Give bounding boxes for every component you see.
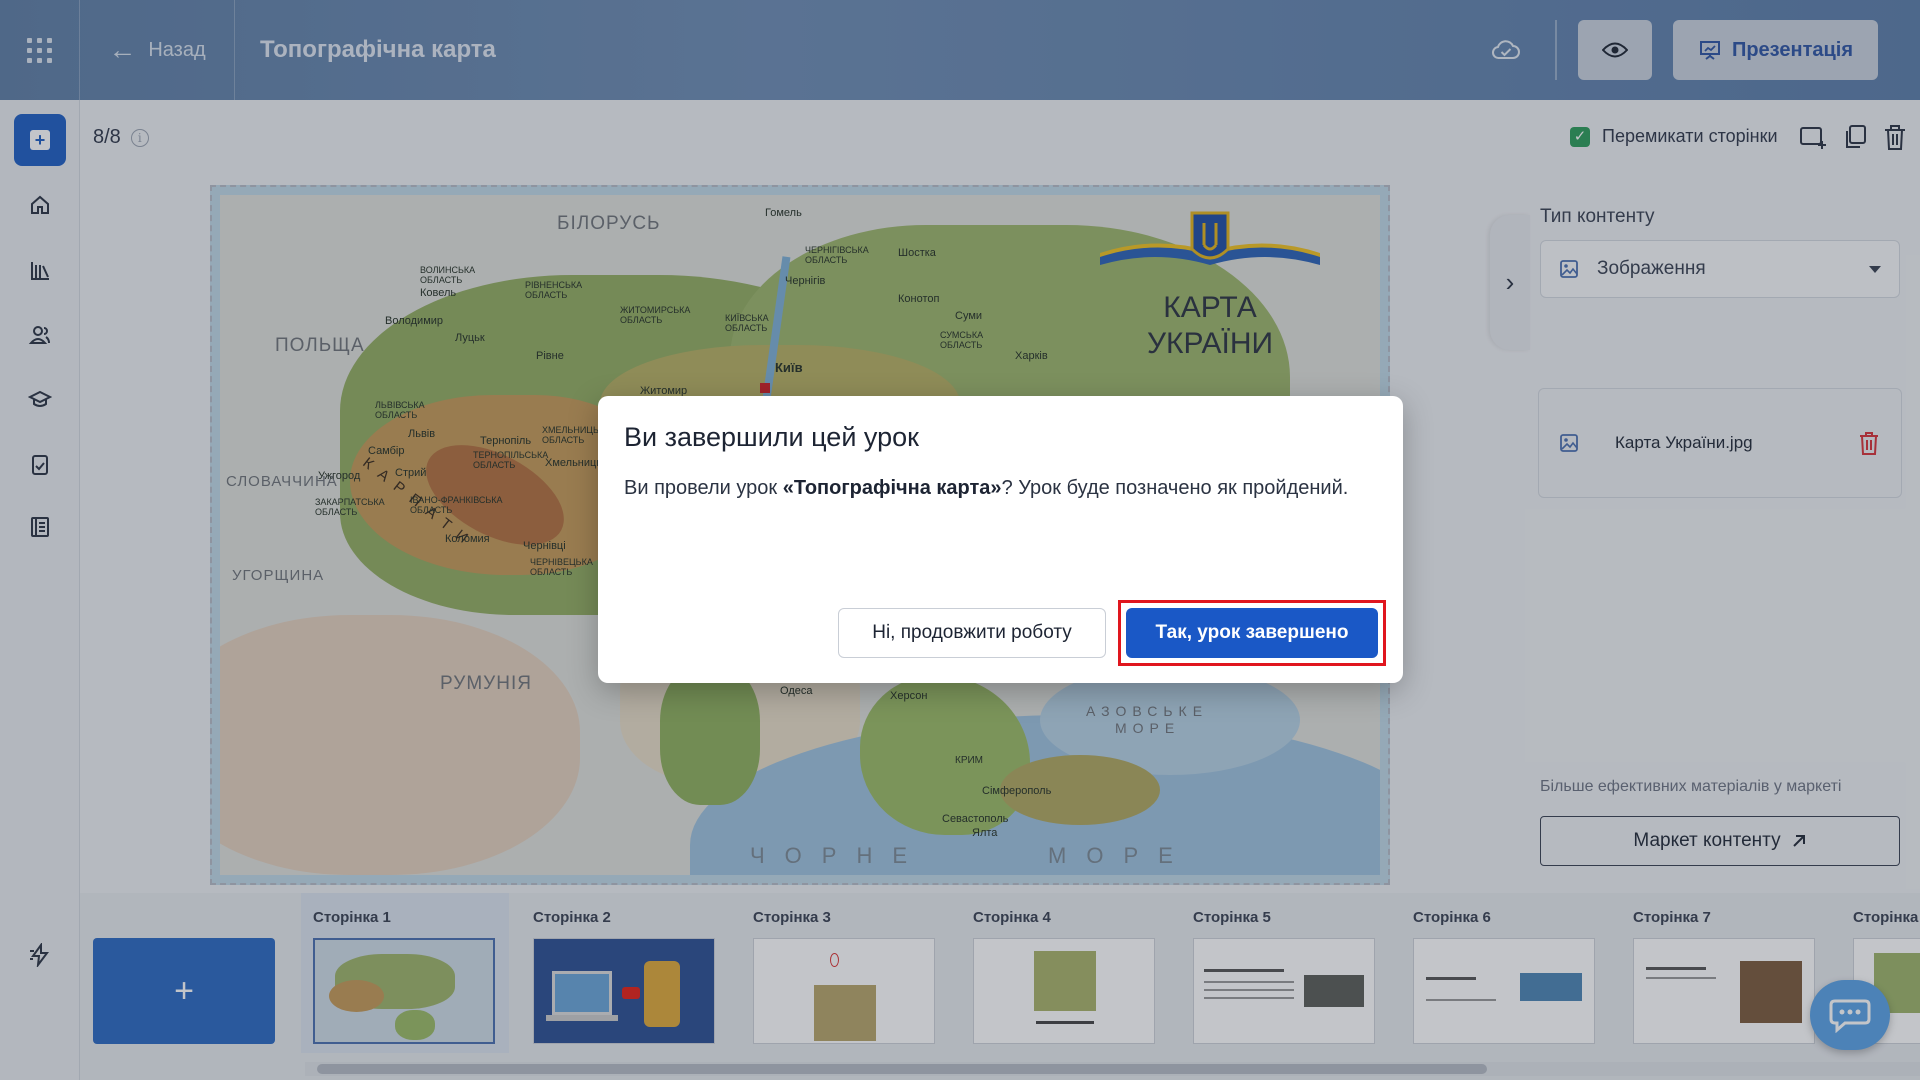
continue-work-button[interactable]: Ні, продовжити роботу: [838, 608, 1106, 658]
dialog-text-before: Ви провели урок: [624, 477, 783, 499]
dialog-text-after: ? Урок буде позначено як пройдений.: [1001, 477, 1349, 499]
dialog-text: Ви провели урок «Топографічна карта»? Ур…: [624, 474, 1384, 503]
confirm-lesson-complete-button[interactable]: Так, урок завершено: [1126, 608, 1378, 658]
dialog-lesson-name: «Топографічна карта»: [782, 477, 1002, 499]
dialog-title: Ви завершили цей урок: [624, 422, 919, 452]
